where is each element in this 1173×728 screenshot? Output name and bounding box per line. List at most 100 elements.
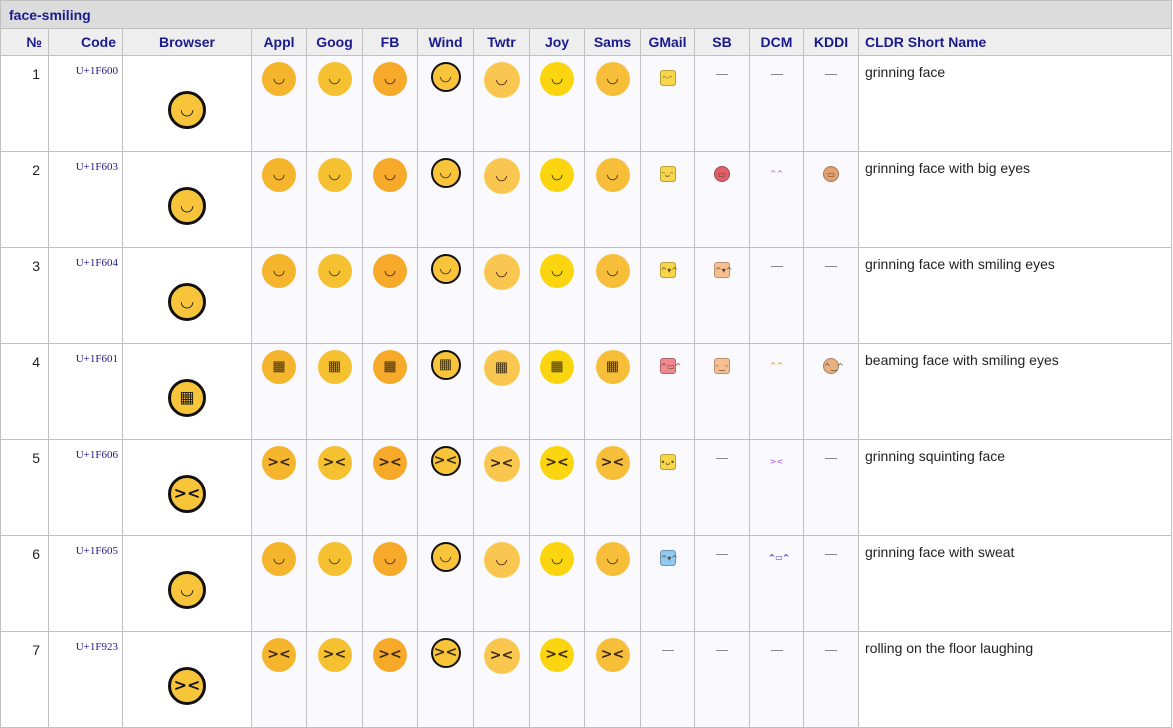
dcm-emoji-icon: ^^ bbox=[769, 169, 784, 178]
code-link[interactable]: U+1F604 bbox=[48, 247, 123, 344]
column-header-joy: Joy bbox=[529, 28, 585, 56]
missing-dash-icon bbox=[716, 650, 728, 651]
fb-emoji-icon: ◡ bbox=[373, 62, 407, 96]
cldr-short-name: grinning face bbox=[858, 55, 1172, 152]
appl-emoji-icon: ◡ bbox=[262, 62, 296, 96]
dcm-emoji-cell: ^^ bbox=[749, 343, 804, 440]
goog-emoji-icon: ◡ bbox=[317, 254, 352, 288]
wind-emoji-icon: ▦ bbox=[430, 350, 461, 380]
face-glyph: ◡ bbox=[384, 262, 396, 279]
code-link[interactable]: U+1F601 bbox=[48, 343, 123, 440]
face-glyph: >< bbox=[173, 483, 201, 503]
code-link[interactable]: U+1F605 bbox=[48, 535, 123, 632]
cldr-short-name: grinning squinting face bbox=[858, 439, 1172, 536]
kddi-emoji-icon: ^‿^ bbox=[823, 358, 844, 374]
browser-emoji-icon: >< bbox=[168, 667, 206, 705]
face-glyph: ▦ bbox=[494, 359, 509, 376]
section-title-link[interactable]: face-smiling bbox=[9, 7, 91, 23]
joy-emoji-icon: >< bbox=[540, 446, 574, 480]
vendor-emoji-cell-joy: ◡ bbox=[529, 247, 585, 344]
gmail-emoji-icon: ^▭^ bbox=[659, 358, 681, 374]
face-glyph: ◡ bbox=[607, 166, 618, 183]
code-link[interactable]: U+1F600 bbox=[48, 55, 123, 152]
face-glyph: ▦ bbox=[438, 356, 453, 373]
gmail-emoji-cell bbox=[640, 631, 695, 728]
missing-dash-icon bbox=[770, 266, 783, 267]
vendor-emoji-cell-sams: ◡ bbox=[584, 247, 641, 344]
face-glyph: ◡ bbox=[496, 71, 507, 88]
cldr-short-name: grinning face with smiling eyes bbox=[858, 247, 1172, 344]
vendor-emoji-cell-sams: ◡ bbox=[584, 151, 641, 248]
vendor-emoji-cell-fb: ◡ bbox=[362, 535, 418, 632]
code-link[interactable]: U+1F606 bbox=[48, 439, 123, 536]
missing-dash-icon bbox=[716, 554, 728, 555]
browser-emoji-icon: ◡ bbox=[168, 91, 206, 129]
vendor-emoji-cell-fb: >< bbox=[362, 631, 418, 728]
vendor-emoji-cell-fb: >< bbox=[362, 439, 418, 536]
face-glyph: >< bbox=[378, 646, 402, 663]
wind-emoji-icon: ◡ bbox=[430, 542, 461, 572]
column-header-code: Code bbox=[48, 28, 123, 56]
gmail-emoji-cell: ᵔᴗᵔ bbox=[640, 151, 695, 248]
vendor-emoji-cell-wind: ◡ bbox=[417, 151, 474, 248]
face-glyph: >< bbox=[433, 452, 458, 469]
emoji-table: face-smiling № Code Browser Appl Goog FB Wind T… bbox=[0, 0, 1172, 728]
face-glyph: ◡ bbox=[496, 167, 507, 184]
vendor-emoji-cell-joy: >< bbox=[529, 439, 585, 536]
wind-emoji-icon: ◡ bbox=[430, 158, 461, 188]
missing-dash-icon bbox=[825, 554, 837, 555]
fb-emoji-icon: ◡ bbox=[373, 254, 407, 288]
sb-emoji-cell bbox=[694, 439, 750, 536]
face-glyph: ◡ bbox=[329, 262, 340, 279]
kddi-emoji-cell bbox=[803, 535, 859, 632]
vendor-emoji-cell-joy: ◡ bbox=[529, 151, 585, 248]
joy-emoji-icon: ◡ bbox=[540, 158, 574, 192]
vendor-emoji-cell-twtr: >< bbox=[473, 631, 530, 728]
face-glyph: >< bbox=[433, 644, 458, 661]
face-glyph: >< bbox=[489, 455, 514, 472]
cldr-short-name: grinning face with big eyes bbox=[858, 151, 1172, 248]
goog-emoji-icon: ◡ bbox=[317, 542, 352, 576]
sb-emoji-icon: ▭ bbox=[714, 166, 730, 182]
cldr-short-name: grinning face with sweat bbox=[858, 535, 1172, 632]
browser-emoji-icon: ◡ bbox=[168, 571, 206, 609]
row-number: 3 bbox=[0, 247, 49, 344]
sb-emoji-cell: ▭ bbox=[694, 151, 750, 248]
dcm-emoji-cell: >< bbox=[749, 439, 804, 536]
vendor-emoji-cell-twtr: ◡ bbox=[473, 535, 530, 632]
vendor-emoji-cell-sams: ◡ bbox=[584, 55, 641, 152]
face-glyph: ◡ bbox=[551, 550, 563, 567]
section-title[interactable]: face-smiling bbox=[0, 0, 1172, 29]
table-row: 1 U+1F600 ◡ ◡ ◡ ◡ ◡ ◡ ◡ ◡ ᵔᵕᵔ grinning face bbox=[0, 55, 1172, 152]
code-link[interactable]: U+1F923 bbox=[48, 631, 123, 728]
browser-emoji-icon: ◡ bbox=[168, 187, 206, 225]
vendor-emoji-cell-goog: ◡ bbox=[306, 55, 363, 152]
face-glyph: ◡ bbox=[607, 262, 618, 279]
kddi-emoji-cell: ^‿^ bbox=[803, 343, 859, 440]
joy-emoji-icon: >< bbox=[540, 638, 574, 672]
face-glyph: ◡ bbox=[384, 70, 396, 87]
face-glyph: ◡ bbox=[180, 99, 194, 119]
gmail-emoji-cell: ᵔᵕᵔ bbox=[640, 55, 695, 152]
face-glyph: >< bbox=[322, 646, 347, 663]
appl-emoji-icon: ◡ bbox=[262, 158, 296, 192]
face-glyph: ◡ bbox=[496, 551, 507, 568]
sb-emoji-icon: ^▾^ bbox=[714, 262, 732, 278]
face-glyph: ◡ bbox=[551, 262, 563, 279]
fb-emoji-icon: >< bbox=[373, 446, 407, 480]
vendor-emoji-cell-appl: ▦ bbox=[251, 343, 307, 440]
browser-emoji-cell: >< bbox=[122, 631, 252, 728]
missing-dash-icon bbox=[716, 458, 728, 459]
goog-emoji-icon: ◡ bbox=[317, 158, 352, 192]
dcm-emoji-icon: ^^ bbox=[769, 361, 784, 370]
gmail-emoji-cell: ^▾^ bbox=[640, 247, 695, 344]
twtr-emoji-icon: ◡ bbox=[483, 62, 520, 98]
face-glyph: ◡ bbox=[607, 550, 618, 567]
vendor-emoji-cell-fb: ◡ bbox=[362, 55, 418, 152]
dcm-emoji-icon: >< bbox=[769, 457, 784, 466]
code-link[interactable]: U+1F603 bbox=[48, 151, 123, 248]
column-header-gmail: GMail bbox=[640, 28, 695, 56]
column-header-goog: Goog bbox=[306, 28, 363, 56]
wind-emoji-icon: >< bbox=[430, 638, 461, 668]
face-glyph: ◡ bbox=[551, 166, 563, 183]
